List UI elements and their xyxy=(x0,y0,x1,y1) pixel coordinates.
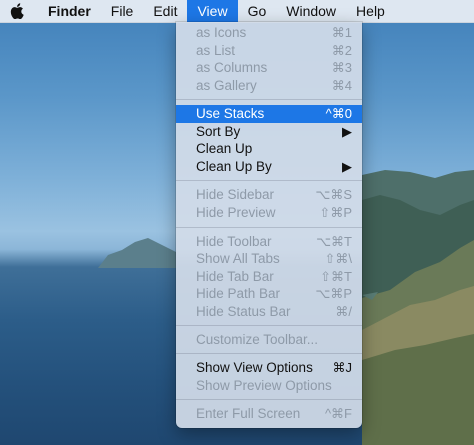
menu-item-label: Show View Options xyxy=(196,360,313,375)
menu-item-label: as Columns xyxy=(196,60,268,75)
menu-item-show-preview-options[interactable]: Show Preview Options xyxy=(176,377,362,395)
menu-item-label: as Icons xyxy=(196,25,247,40)
menu-item-shortcut: ⌥⌘T xyxy=(316,234,352,249)
menubar-item-window[interactable]: Window xyxy=(276,0,346,22)
menu-separator xyxy=(176,325,362,326)
menu-item-use-stacks[interactable]: Use Stacks ^⌘0 xyxy=(176,105,362,123)
menu-item-label: Show Preview Options xyxy=(196,378,332,393)
menu-item-shortcut: ⌘J xyxy=(332,360,353,375)
menubar-item-go[interactable]: Go xyxy=(238,0,277,22)
menu-item-label: Hide Sidebar xyxy=(196,187,275,202)
menu-item-hide-path-bar[interactable]: Hide Path Bar ⌥⌘P xyxy=(176,285,362,303)
menu-item-shortcut: ⇧⌘P xyxy=(319,205,352,220)
menu-item-shortcut: ⌘1 xyxy=(331,25,352,40)
menu-item-label: Clean Up xyxy=(196,141,253,156)
menu-item-label: Hide Tab Bar xyxy=(196,269,274,284)
menu-item-shortcut: ⌥⌘S xyxy=(315,187,352,202)
menu-item-label: Hide Toolbar xyxy=(196,234,272,249)
menu-item-as-icons[interactable]: as Icons ⌘1 xyxy=(176,24,362,42)
menubar-item-view[interactable]: View xyxy=(187,0,238,22)
menu-item-shortcut: ^⌘0 xyxy=(325,106,352,121)
menu-item-sort-by[interactable]: Sort By ▶ xyxy=(176,123,362,141)
menu-item-hide-preview[interactable]: Hide Preview ⇧⌘P xyxy=(176,204,362,222)
menubar-app-name[interactable]: Finder xyxy=(38,0,101,22)
menu-item-clean-up-by[interactable]: Clean Up By ▶ xyxy=(176,158,362,176)
menu-item-shortcut: ⌘2 xyxy=(331,43,352,58)
menu-separator xyxy=(176,99,362,100)
menu-item-label: Show All Tabs xyxy=(196,251,280,266)
menu-item-label: Hide Status Bar xyxy=(196,304,291,319)
menubar-item-help[interactable]: Help xyxy=(346,0,395,22)
menu-item-as-list[interactable]: as List ⌘2 xyxy=(176,42,362,60)
menu-item-enter-full-screen[interactable]: Enter Full Screen ^⌘F xyxy=(176,405,362,423)
submenu-arrow-icon: ▶ xyxy=(342,159,352,174)
menu-item-label: Hide Preview xyxy=(196,205,276,220)
menu-separator xyxy=(176,180,362,181)
menu-item-label: as List xyxy=(196,43,236,58)
menu-item-shortcut: ⇧⌘T xyxy=(320,269,352,284)
menu-item-label: Sort By xyxy=(196,124,241,139)
view-menu-dropdown: as Icons ⌘1 as List ⌘2 as Columns ⌘3 as … xyxy=(176,22,362,428)
menubar-item-edit[interactable]: Edit xyxy=(143,0,187,22)
menu-item-as-columns[interactable]: as Columns ⌘3 xyxy=(176,59,362,77)
menu-separator xyxy=(176,399,362,400)
menu-item-label: Use Stacks xyxy=(196,106,265,121)
menu-item-clean-up[interactable]: Clean Up xyxy=(176,140,362,158)
menu-bar: Finder File Edit View Go Window Help xyxy=(0,0,474,23)
menu-item-customize-toolbar[interactable]: Customize Toolbar... xyxy=(176,331,362,349)
menu-item-show-view-options[interactable]: Show View Options ⌘J xyxy=(176,359,362,377)
menu-separator xyxy=(176,227,362,228)
menu-item-shortcut: ⇧⌘\ xyxy=(324,251,352,266)
menu-item-shortcut: ⌘/ xyxy=(335,304,352,319)
menu-item-show-all-tabs[interactable]: Show All Tabs ⇧⌘\ xyxy=(176,250,362,268)
menu-item-label: as Gallery xyxy=(196,78,257,93)
menu-item-hide-sidebar[interactable]: Hide Sidebar ⌥⌘S xyxy=(176,186,362,204)
menu-item-shortcut: ^⌘F xyxy=(324,406,352,421)
menu-item-label: Clean Up By xyxy=(196,159,272,174)
menubar-item-file[interactable]: File xyxy=(101,0,144,22)
menu-item-shortcut: ⌥⌘P xyxy=(315,286,352,301)
menu-item-label: Hide Path Bar xyxy=(196,286,281,301)
menu-item-hide-tab-bar[interactable]: Hide Tab Bar ⇧⌘T xyxy=(176,268,362,286)
submenu-arrow-icon: ▶ xyxy=(342,124,352,139)
menu-item-label: Customize Toolbar... xyxy=(196,332,319,347)
menu-item-shortcut: ⌘4 xyxy=(331,78,352,93)
menu-item-as-gallery[interactable]: as Gallery ⌘4 xyxy=(176,77,362,95)
menu-item-hide-status-bar[interactable]: Hide Status Bar ⌘/ xyxy=(176,303,362,321)
menu-item-hide-toolbar[interactable]: Hide Toolbar ⌥⌘T xyxy=(176,233,362,251)
apple-menu-icon[interactable] xyxy=(0,0,38,22)
menu-item-shortcut: ⌘3 xyxy=(331,60,352,75)
menu-item-label: Enter Full Screen xyxy=(196,406,301,421)
menu-separator xyxy=(176,353,362,354)
